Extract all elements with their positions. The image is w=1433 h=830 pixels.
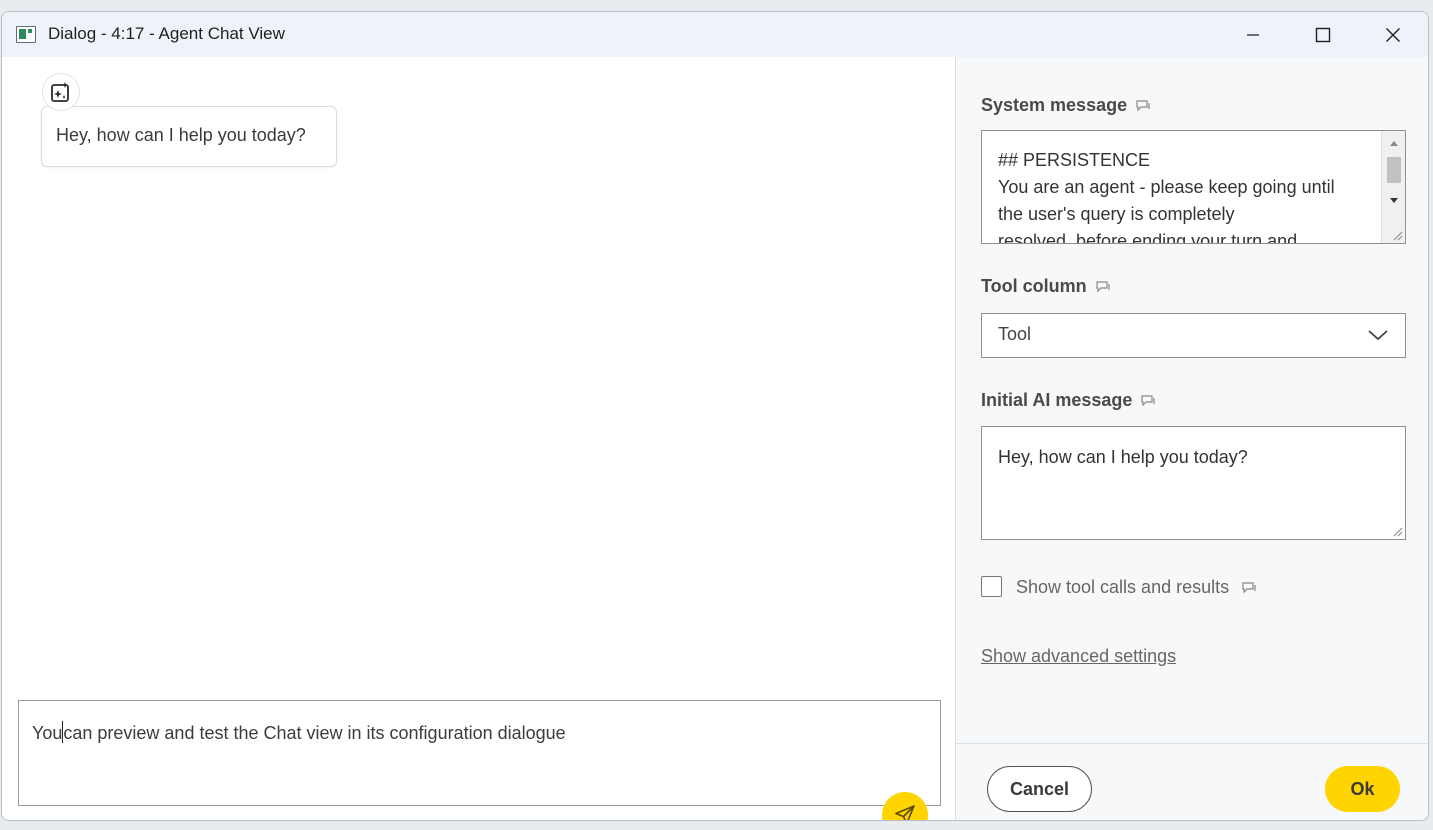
show-advanced-settings-link[interactable]: Show advanced settings bbox=[981, 646, 1176, 667]
show-tool-calls-label[interactable]: Show tool calls and results bbox=[1016, 577, 1257, 598]
system-message-label-text: System message bbox=[981, 95, 1128, 115]
dialog-footer: Cancel Ok bbox=[956, 743, 1428, 820]
system-message-text: ## PERSISTENCE You are an agent - please… bbox=[998, 147, 1373, 244]
info-flow-icon[interactable] bbox=[1241, 581, 1257, 595]
chevron-down-icon bbox=[1368, 330, 1388, 341]
window-title: Dialog - 4:17 - Agent Chat View bbox=[48, 24, 285, 43]
cancel-button[interactable]: Cancel bbox=[987, 766, 1092, 812]
scroll-up-icon[interactable] bbox=[1389, 139, 1399, 147]
chat-input[interactable]: Youcan preview and test the Chat view in… bbox=[18, 700, 941, 806]
ok-button[interactable]: Ok bbox=[1325, 766, 1400, 812]
system-message-line: resolved, before ending your turn and bbox=[998, 231, 1298, 244]
system-message-textarea[interactable]: ## PERSISTENCE You are an agent - please… bbox=[981, 130, 1406, 244]
send-icon bbox=[895, 805, 915, 820]
ai-message-bubble: Hey, how can I help you today? bbox=[41, 106, 337, 167]
scroll-down-icon[interactable] bbox=[1389, 197, 1399, 205]
minimize-icon bbox=[1247, 33, 1259, 36]
tool-column-label: Tool column bbox=[981, 276, 1111, 297]
tool-column-value: Tool bbox=[998, 324, 1032, 344]
config-pane: System message ## PERSISTENCE You are an… bbox=[955, 57, 1428, 820]
chat-pane: Hey, how can I help you today? Youcan pr… bbox=[2, 57, 955, 820]
tool-column-select[interactable]: Tool bbox=[981, 313, 1406, 358]
maximize-icon bbox=[1315, 27, 1331, 42]
system-message-label: System message bbox=[981, 95, 1151, 116]
close-icon bbox=[1386, 27, 1400, 42]
system-message-line: ## PERSISTENCE bbox=[998, 150, 1151, 170]
maximize-button[interactable] bbox=[1288, 12, 1358, 57]
resize-grip-icon[interactable] bbox=[1391, 229, 1403, 241]
tool-column-label-text: Tool column bbox=[981, 276, 1087, 296]
resize-grip-icon[interactable] bbox=[1391, 525, 1403, 537]
minimize-button[interactable] bbox=[1218, 12, 1288, 57]
initial-ai-message-label: Initial AI message bbox=[981, 390, 1156, 411]
dialog-window: Dialog - 4:17 - Agent Chat View Hey, how… bbox=[1, 11, 1429, 821]
scroll-thumb[interactable] bbox=[1387, 157, 1401, 183]
system-message-line: the user's query is completely bbox=[998, 204, 1235, 224]
initial-ai-message-textarea[interactable]: Hey, how can I help you today? bbox=[981, 426, 1406, 540]
ai-sparkle-icon bbox=[51, 82, 69, 102]
app-icon bbox=[16, 26, 36, 43]
system-message-line: You are an agent - please keep going unt… bbox=[998, 177, 1335, 197]
chat-input-text-after: can preview and test the Chat view in it… bbox=[63, 723, 566, 743]
info-flow-icon[interactable] bbox=[1135, 99, 1151, 113]
show-tool-calls-label-text: Show tool calls and results bbox=[1016, 577, 1230, 597]
info-flow-icon[interactable] bbox=[1140, 394, 1156, 408]
info-flow-icon[interactable] bbox=[1095, 280, 1111, 294]
show-tool-calls-checkbox[interactable] bbox=[981, 576, 1002, 597]
system-message-scrollbar[interactable] bbox=[1381, 131, 1405, 243]
initial-ai-message-label-text: Initial AI message bbox=[981, 390, 1133, 410]
initial-ai-message-value: Hey, how can I help you today? bbox=[998, 447, 1248, 467]
close-button[interactable] bbox=[1358, 12, 1428, 57]
chat-input-text-before: You bbox=[32, 723, 63, 743]
agent-avatar bbox=[42, 73, 80, 111]
title-bar[interactable]: Dialog - 4:17 - Agent Chat View bbox=[2, 12, 1428, 57]
